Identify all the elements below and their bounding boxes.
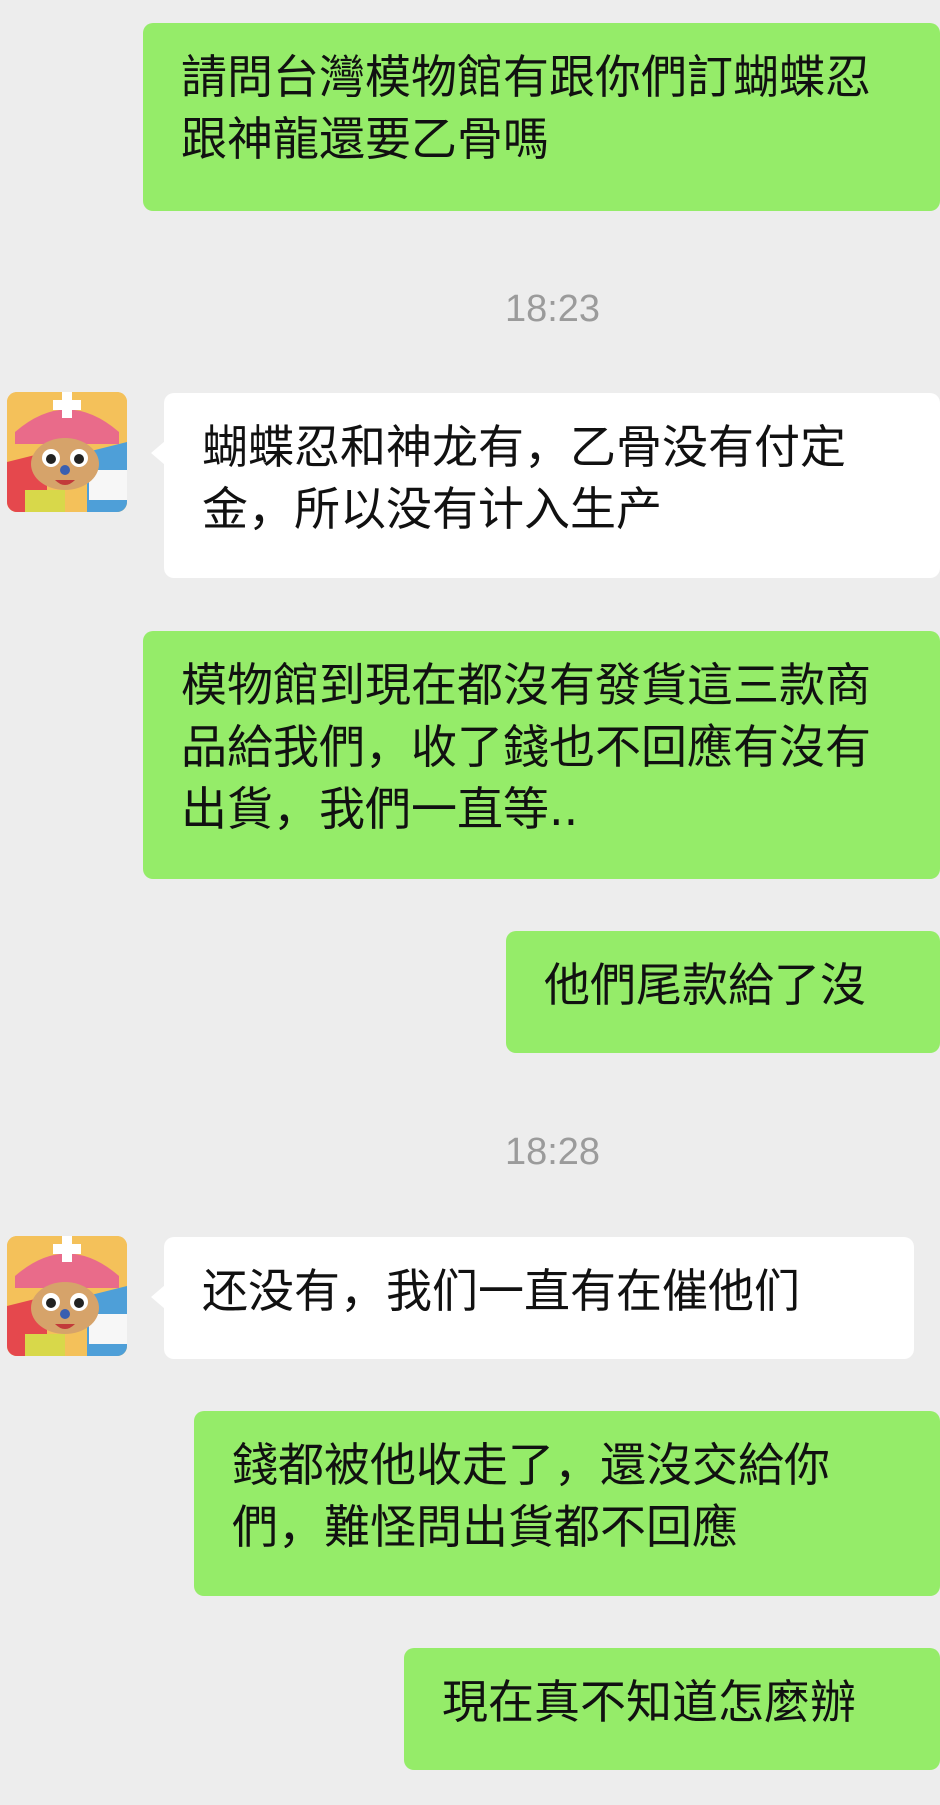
message-timestamp: 18:28: [504, 1131, 601, 1173]
outgoing-message-bubble[interactable]: 現在真不知道怎麼辦: [404, 1648, 940, 1770]
contact-avatar[interactable]: [7, 1236, 127, 1356]
outgoing-message-bubble[interactable]: 請問台灣模物館有跟你們訂蝴蝶忍跟神龍還要乙骨嗎: [143, 23, 940, 211]
outgoing-message-bubble[interactable]: 錢都被他收走了，還沒交給你們，難怪問出貨都不回應: [194, 1411, 940, 1596]
message-timestamp: 18:23: [504, 288, 601, 330]
cartoon-character-avatar-icon: [7, 1236, 127, 1356]
cartoon-character-avatar-icon: [7, 392, 127, 512]
contact-avatar[interactable]: [7, 392, 127, 512]
incoming-message-bubble[interactable]: 蝴蝶忍和神龙有，乙骨没有付定金，所以没有计入生产: [151, 393, 940, 578]
chat-message-list[interactable]: 請問台灣模物館有跟你們訂蝴蝶忍跟神龍還要乙骨嗎 18:23 蝴蝶忍和神龙有，乙骨…: [0, 0, 940, 1805]
outgoing-message-bubble[interactable]: 他們尾款給了沒: [506, 931, 940, 1053]
outgoing-message-bubble[interactable]: 模物館到現在都沒有發貨這三款商品給我們，收了錢也不回應有沒有出貨，我們一直等..: [143, 631, 940, 879]
incoming-message-bubble[interactable]: 还没有，我们一直有在催他们: [151, 1237, 914, 1359]
